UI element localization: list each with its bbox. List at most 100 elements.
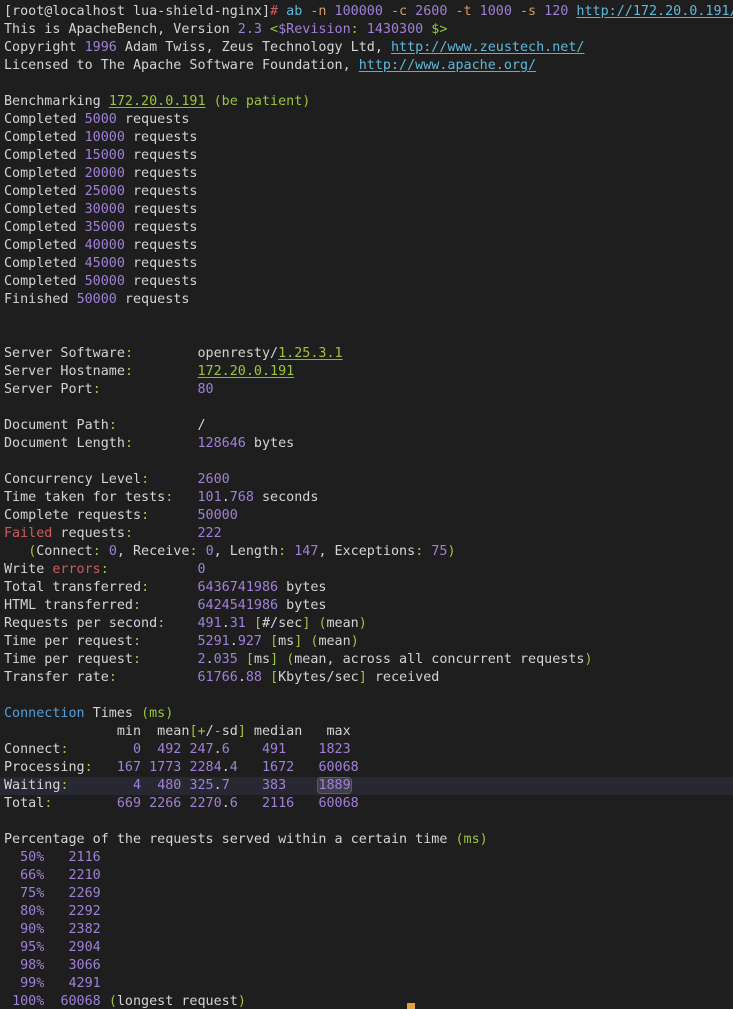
text-segment [101, 544, 109, 559]
text-segment [238, 796, 262, 811]
text-segment: / [206, 724, 214, 739]
text-segment: ) [351, 634, 359, 649]
text-segment: [root@localhost lua-shield-nginx] [4, 4, 270, 19]
terminal-line: Connection Times (ms) [4, 705, 733, 723]
text-segment [101, 382, 198, 397]
text-segment: [+ [189, 724, 205, 739]
text-segment [133, 526, 198, 541]
text-segment: : [133, 652, 141, 667]
text-segment [117, 670, 198, 685]
text-segment: : [133, 634, 141, 649]
terminal-line [4, 813, 733, 831]
text-segment [4, 886, 20, 901]
text-segment: Time per request [4, 652, 133, 667]
url-link[interactable]: http://172.20.0.191/ [576, 4, 733, 19]
text-segment: 88 [246, 670, 262, 685]
text-segment: 147 [294, 544, 318, 559]
text-segment: ) [584, 652, 592, 667]
text-segment: 491 [198, 616, 222, 631]
highlighted-terminal-line: Waiting: 4 480 325.7 383 1889 [0, 777, 733, 795]
text-segment: : [85, 760, 93, 775]
text-segment: $Revision [278, 22, 351, 37]
terminal-line: Failed requests: 222 [4, 525, 733, 543]
text-segment: Connect [36, 544, 92, 559]
url-link[interactable]: http://www.zeustech.net/ [391, 40, 584, 55]
text-segment: Adam Twiss, Zeus Technology Ltd, [117, 40, 391, 55]
terminal-line: Complete requests: 50000 [4, 507, 733, 525]
text-segment: 383 [262, 778, 286, 793]
text-segment [407, 4, 415, 19]
text-segment [472, 4, 480, 19]
text-segment: 90% [20, 922, 44, 937]
text-segment: . [222, 490, 230, 505]
terminal-line: Processing: 167 1773 2284.4 1672 60068 [4, 759, 733, 777]
text-segment: 60068 [60, 994, 100, 1009]
terminal-line: Document Length: 128646 bytes [4, 435, 733, 453]
text-segment: Benchmarking [4, 94, 109, 109]
text-segment: requests [117, 112, 190, 127]
text-segment: Completed [4, 220, 85, 235]
terminal-line: Transfer rate: 61766.88 [Kbytes/sec] rec… [4, 669, 733, 687]
text-segment: requests [125, 220, 198, 235]
url-link[interactable]: 172.20.0.191 [109, 94, 206, 109]
text-segment: longest request [117, 994, 238, 1009]
text-segment: . [238, 670, 246, 685]
text-segment: Time taken for tests [4, 490, 165, 505]
text-segment: ab [286, 4, 302, 19]
text-segment: : [109, 670, 117, 685]
text-segment: Finished [4, 292, 77, 307]
url-link[interactable]: 172.20.0.191 [198, 364, 295, 379]
terminal-line: (Connect: 0, Receive: 0, Length: 147, Ex… [4, 543, 733, 561]
text-segment: requests [52, 526, 125, 541]
terminal-output: [root@localhost lua-shield-nginx]# ab -n… [4, 3, 733, 1009]
terminal-line: Total transferred: 6436741986 bytes [4, 579, 733, 597]
url-link[interactable]: 1.25.3.1 [278, 346, 343, 361]
text-segment [286, 742, 318, 757]
text-segment: 100000 [335, 4, 383, 19]
text-segment [278, 4, 286, 19]
terminal-line: Time per request: 5291.927 [ms] (mean) [4, 633, 733, 651]
text-segment: 2266 [149, 796, 181, 811]
text-segment: ] [238, 724, 246, 739]
terminal[interactable]: [root@localhost lua-shield-nginx]# ab -n… [0, 0, 733, 1009]
text-segment: 31 [230, 616, 246, 631]
text-segment: Percentage of the requests served within… [4, 832, 455, 847]
url-link[interactable]: http://www.apache.org/ [359, 58, 536, 73]
text-segment: ms [278, 634, 294, 649]
text-segment: 2116 [262, 796, 294, 811]
text-segment: 128646 [198, 436, 246, 451]
text-segment [230, 742, 262, 757]
text-segment: 2382 [69, 922, 101, 937]
text-segment: 5291 [198, 634, 230, 649]
text-segment: 75 [431, 544, 447, 559]
text-segment: requests [125, 184, 198, 199]
text-segment [238, 760, 262, 775]
text-segment [4, 958, 20, 973]
text-segment: requests [125, 148, 198, 163]
text-segment: 2.3 [238, 22, 262, 37]
text-segment: 492 [157, 742, 181, 757]
text-segment: openresty/ [133, 346, 278, 361]
text-segment: requests [125, 238, 198, 253]
text-segment: 325 [189, 778, 213, 793]
text-segment [198, 544, 206, 559]
text-segment: 1672 [262, 760, 294, 775]
terminal-line: 90% 2382 [4, 921, 733, 939]
text-segment: HTML transferred [4, 598, 133, 613]
text-segment: errors [52, 562, 100, 577]
text-segment [326, 4, 334, 19]
text-segment: 6 [222, 742, 230, 757]
terminal-line: 75% 2269 [4, 885, 733, 903]
text-segment [512, 4, 520, 19]
text-segment: mean [327, 616, 359, 631]
text-segment: requests [125, 256, 198, 271]
text-segment: ) [238, 994, 246, 1009]
terminal-line: 95% 2904 [4, 939, 733, 957]
text-segment: 20000 [85, 166, 125, 181]
text-segment: 61766 [198, 670, 238, 685]
terminal-line: Completed 50000 requests [4, 273, 733, 291]
terminal-line: Completed 15000 requests [4, 147, 733, 165]
text-segment: 95% [20, 940, 44, 955]
text-segment: Completed [4, 130, 85, 145]
text-segment: : [125, 526, 133, 541]
